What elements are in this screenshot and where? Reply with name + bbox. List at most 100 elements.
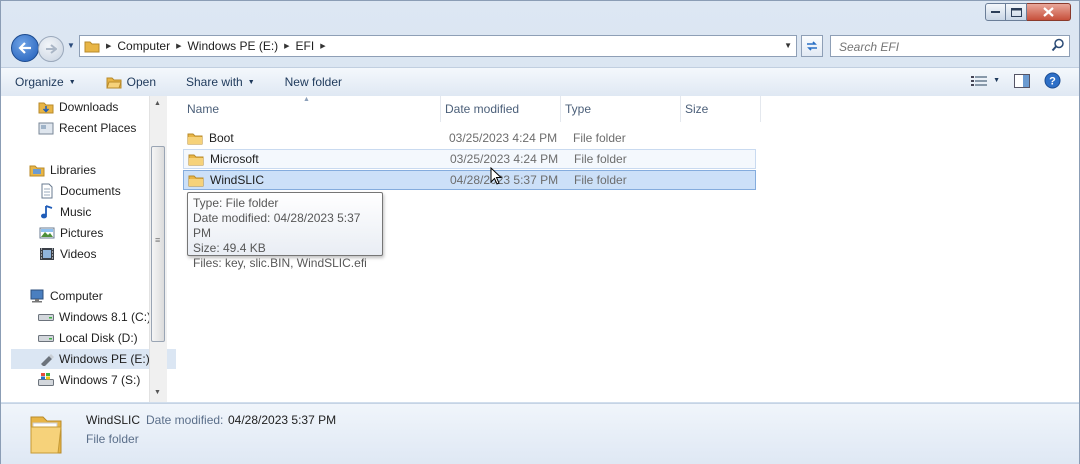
back-arrow-icon	[18, 42, 31, 54]
file-row-microsoft[interactable]: Microsoft 03/25/2023 4:24 PM File folder	[183, 149, 756, 169]
grip-icon: ≡	[155, 235, 161, 245]
forward-arrow-icon	[46, 44, 57, 54]
navigation-scrollbar[interactable]: ▲ ≡ ▼	[149, 96, 167, 402]
breadcrumb-windows-pe[interactable]: Windows PE (E:)	[187, 39, 278, 53]
change-view-button[interactable]: ▼	[971, 75, 1000, 87]
forward-button[interactable]	[38, 36, 64, 62]
folder-icon	[188, 173, 204, 187]
refresh-button[interactable]	[801, 35, 823, 57]
file-type: File folder	[574, 152, 627, 166]
open-label: Open	[126, 75, 156, 89]
svg-text:?: ?	[1049, 76, 1056, 88]
details-file-type: File folder	[86, 432, 139, 446]
help-icon: ?	[1044, 72, 1061, 89]
search-box	[830, 35, 1070, 57]
scroll-up-arrow-icon[interactable]: ▲	[154, 100, 161, 107]
details-file-name: WindSLIC	[86, 413, 141, 427]
recent-places-icon	[38, 120, 54, 136]
breadcrumb: ▶ Computer ▶ Windows PE (E:) ▶ EFI ▶	[100, 39, 796, 53]
open-button[interactable]: Open	[105, 75, 156, 89]
folder-icon	[187, 131, 203, 145]
new-folder-button[interactable]: New folder	[285, 75, 342, 89]
organize-button[interactable]: Organize ▼	[15, 75, 76, 89]
preview-pane-button[interactable]	[1014, 73, 1030, 88]
column-headers: Name Date modified Type Size	[183, 96, 761, 122]
recent-pages-dropdown[interactable]: ▼	[67, 41, 75, 50]
chevron-down-icon: ▼	[68, 78, 76, 86]
file-name-cell: Boot	[183, 131, 445, 145]
file-date: 03/25/2023 4:24 PM	[449, 131, 558, 145]
details-pane: WindSLIC Date modified: 04/28/2023 5:37 …	[1, 403, 1079, 464]
open-folder-icon	[105, 75, 122, 89]
column-header-size[interactable]: Size	[681, 96, 761, 122]
share-with-button[interactable]: Share with ▼	[186, 75, 255, 89]
sidebar-item-label: Windows 7 (S:)	[59, 373, 141, 387]
breadcrumb-chevron-icon[interactable]: ▶	[284, 42, 289, 50]
sidebar-item-label: Recent Places	[59, 121, 137, 135]
chevron-down-icon: ▼	[247, 78, 255, 86]
breadcrumb-computer[interactable]: Computer	[117, 39, 170, 53]
sidebar-item-label: Videos	[60, 247, 97, 261]
sidebar-item-label: Computer	[50, 289, 103, 303]
breadcrumb-efi[interactable]: EFI	[296, 39, 315, 53]
sidebar-item-label: Windows 8.1 (C:)	[59, 310, 152, 324]
mouse-cursor-icon	[490, 167, 503, 185]
address-dropdown-icon[interactable]: ▼	[784, 41, 792, 50]
file-date: 03/25/2023 4:24 PM	[450, 152, 559, 166]
drive-icon	[38, 309, 54, 325]
file-date: 04/28/2023 5:37 PM	[450, 173, 559, 187]
file-row-boot[interactable]: Boot 03/25/2023 4:24 PM File folder	[183, 128, 756, 148]
file-row-windslic[interactable]: WindSLIC 04/28/2023 5:37 PM File folder	[183, 170, 756, 190]
videos-icon	[39, 246, 55, 262]
content-area: Downloads Recent Places Libraries Docume…	[1, 96, 1079, 402]
address-bar[interactable]: ▶ Computer ▶ Windows PE (E:) ▶ EFI ▶ ▼	[79, 35, 797, 57]
usb-drive-icon	[38, 351, 54, 367]
file-type: File folder	[574, 173, 627, 187]
pictures-icon	[39, 225, 55, 241]
caption-buttons	[985, 3, 1071, 21]
documents-icon	[39, 183, 55, 199]
breadcrumb-chevron-icon[interactable]: ▶	[106, 42, 111, 50]
tooltip-date-modified: Date modified: 04/28/2023 5:37 PM	[193, 211, 361, 240]
sort-ascending-icon: ▲	[303, 96, 310, 103]
computer-icon	[29, 288, 45, 304]
windows-drive-icon	[38, 372, 54, 388]
file-type: File folder	[573, 131, 626, 145]
close-button[interactable]	[1027, 3, 1071, 21]
search-input[interactable]	[837, 37, 1041, 57]
minimize-button[interactable]	[985, 3, 1006, 21]
chevron-down-icon: ▼	[993, 77, 1000, 84]
column-header-name[interactable]: Name	[183, 96, 441, 122]
file-name: WindSLIC	[210, 173, 265, 187]
column-header-type[interactable]: Type	[561, 96, 681, 122]
breadcrumb-chevron-icon[interactable]: ▶	[320, 42, 325, 50]
sidebar-item-label: Windows PE (E:)	[59, 352, 150, 366]
view-controls: ▼ ?	[971, 72, 1061, 89]
folder-icon	[84, 39, 100, 53]
libraries-icon	[29, 162, 45, 178]
music-icon	[39, 204, 55, 220]
navigation-pane: Downloads Recent Places Libraries Docume…	[1, 96, 176, 402]
new-folder-label: New folder	[284, 75, 342, 89]
breadcrumb-chevron-icon[interactable]: ▶	[176, 42, 181, 50]
share-with-label: Share with	[186, 75, 243, 89]
explorer-window: ▼ ▶ Computer ▶ Windows PE (E:) ▶ EFI ▶ ▼	[0, 0, 1080, 464]
drive-icon	[38, 330, 54, 346]
organize-label: Organize	[15, 75, 64, 89]
close-icon	[1043, 7, 1054, 17]
file-tooltip: Type: File folder Date modified: 04/28/2…	[187, 192, 383, 270]
file-name-cell: WindSLIC	[184, 173, 446, 187]
large-folder-icon	[27, 409, 67, 460]
maximize-button[interactable]	[1006, 3, 1027, 21]
search-icon[interactable]	[1051, 38, 1065, 52]
back-button[interactable]	[11, 34, 39, 62]
scrollbar-thumb[interactable]: ≡	[151, 146, 165, 342]
navigation-bar: ▼ ▶ Computer ▶ Windows PE (E:) ▶ EFI ▶ ▼	[1, 29, 1079, 63]
minimize-icon	[991, 11, 1000, 13]
column-header-date-modified[interactable]: Date modified	[441, 96, 561, 122]
sidebar-item-label: Music	[60, 205, 92, 219]
command-bar: Organize ▼ Open Share with ▼ New folder …	[1, 67, 1079, 97]
tooltip-files: Files: key, slic.BIN, WindSLIC.efi	[193, 256, 367, 270]
scroll-down-arrow-icon[interactable]: ▼	[154, 389, 161, 396]
help-button[interactable]: ?	[1044, 72, 1061, 89]
